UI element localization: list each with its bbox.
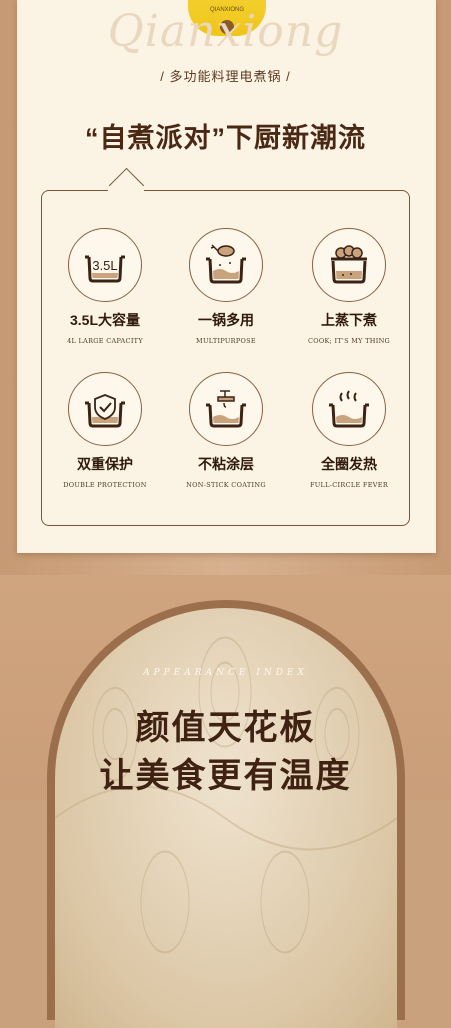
feature-subtitle: MULTIPURPOSE [196,337,256,345]
brand-script-logo: Qianxiong [107,6,344,57]
feature-title: 全圈发热 [321,456,377,472]
feature-steam-boil: 上蒸下煮 COOK; IT'S MY THING [289,228,409,345]
feature-title: 上蒸下煮 [321,312,377,328]
feature-title: 不粘涂层 [198,456,254,472]
pot-faucet-icon [189,372,263,446]
feature-subtitle: FULL-CIRCLE FEVER [309,481,389,489]
bottom-title-line1: 颜值天花板 [135,709,316,747]
pot-capacity-icon: 3.5L [68,228,142,302]
pot-shield-icon [68,372,142,446]
feature-subtitle: DOUBLE PROTECTION [63,481,147,489]
pot-heat-icon [312,372,386,446]
pot-chicken-icon [189,228,263,302]
product-subtitle: / 多功能料理电煮锅 / [160,69,291,84]
feature-double-protection: 双重保护 DOUBLE PROTECTION [45,372,165,489]
feature-subtitle: NON-STICK COATING [186,481,266,489]
feature-title: 一锅多用 [198,312,254,328]
feature-nonstick: 不粘涂层 NON-STICK COATING [166,372,286,489]
pot-steam-buns-icon [312,228,386,302]
feature-subtitle: 4L LARGE CAPACITY [67,337,143,345]
capacity-badge: 3.5L [92,258,117,273]
bottom-title-line2: 让美食更有温度 [99,757,352,795]
feature-multipurpose: 一锅多用 MULTIPURPOSE [166,228,286,345]
feature-capacity: 3.5L 3.5L大容量 4L LARGE CAPACITY [45,228,165,345]
feature-title: 双重保护 [77,456,133,472]
feature-subtitle: COOK; IT'S MY THING [307,337,391,345]
feature-title: 3.5L大容量 [69,312,140,328]
appearance-index-label: APPEARANCE INDEX [143,668,308,678]
feature-full-circle-heating: 全圈发热 FULL-CIRCLE FEVER [289,372,409,489]
headline: “自煮派对”下厨新潮流 [85,123,366,153]
